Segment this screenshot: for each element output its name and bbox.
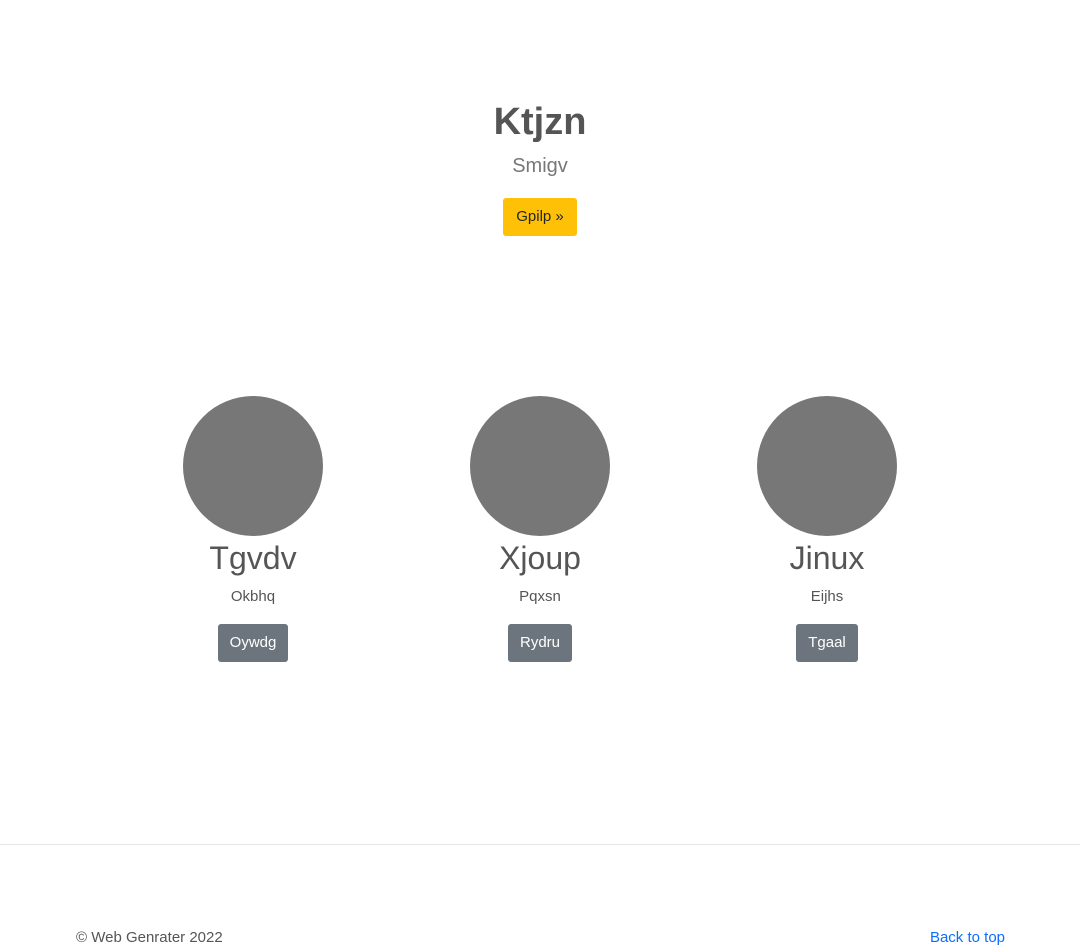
hero-title: Ktjzn xyxy=(493,101,587,143)
feature-title: Xjoup xyxy=(499,540,581,576)
footer-copyright: © Web Genrater 2022 xyxy=(76,929,223,946)
feature-text: Okbhq xyxy=(230,588,276,605)
feature-card-1: Tgvdv Okbhq Oywdg xyxy=(143,396,363,662)
features-section: Tgvdv Okbhq Oywdg Xjoup Pqxsn Rydru Jinu… xyxy=(0,396,1080,666)
back-to-top-link[interactable]: Back to top xyxy=(930,928,1005,948)
feature-text: Eijhs xyxy=(810,588,844,605)
feature-avatar-placeholder xyxy=(757,396,897,536)
feature-button[interactable]: Oywdg xyxy=(217,624,289,662)
footer-divider xyxy=(0,844,1080,845)
feature-text: Pqxsn xyxy=(519,588,561,605)
feature-button[interactable]: Rydru xyxy=(507,624,572,662)
hero-section: Ktjzn Smigv Gpilp » xyxy=(0,96,1080,236)
feature-card-3: Jinux Eijhs Tgaal xyxy=(717,396,937,662)
feature-card-2: Xjoup Pqxsn Rydru xyxy=(430,396,650,662)
feature-title: Tgvdv xyxy=(209,540,297,576)
feature-avatar-placeholder xyxy=(470,396,610,536)
feature-avatar-placeholder xyxy=(183,396,323,536)
hero-cta-button[interactable]: Gpilp » xyxy=(503,198,577,236)
hero-subtitle: Smigv xyxy=(512,155,568,177)
page: Ktjzn Smigv Gpilp » Tgvdv Okbhq Oywdg Xj… xyxy=(0,0,1080,949)
feature-button[interactable]: Tgaal xyxy=(796,624,858,662)
feature-title: Jinux xyxy=(789,540,865,576)
